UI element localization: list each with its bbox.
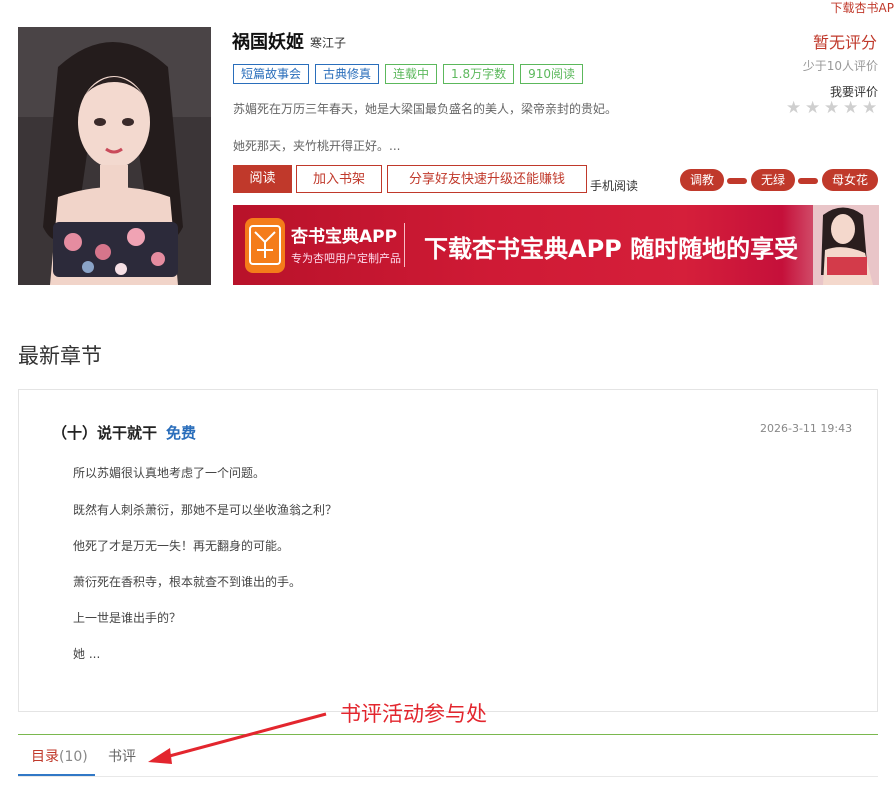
share-button[interactable]: 分享好友快速升级还能赚钱 bbox=[387, 165, 587, 193]
app-logo-icon bbox=[245, 218, 285, 273]
chapter-title-link[interactable]: （十）说干就干 bbox=[52, 422, 157, 443]
banner-slogan: 下载杏书宝典APP 随时随地的享受 bbox=[424, 235, 799, 263]
book-title[interactable]: 祸国妖姬 bbox=[232, 28, 304, 54]
keyword-pill[interactable]: 调教 bbox=[680, 169, 724, 191]
book-cover-image[interactable] bbox=[18, 27, 211, 285]
tab-toc-label: 目录 bbox=[31, 749, 59, 765]
tag-category[interactable]: 古典修真 bbox=[315, 64, 380, 84]
tag-list: 短篇故事会 古典修真 连载中 1.8万字数 910阅读 bbox=[233, 64, 584, 84]
chapter-paragraph: 所以苏媚很认真地考虑了一个问题。 bbox=[73, 466, 266, 480]
star-icon[interactable]: ★ bbox=[862, 100, 878, 117]
chapter-paragraph: 上一世是谁出手的？ bbox=[73, 611, 182, 625]
banner-app-name: 杏书宝典APP bbox=[291, 227, 398, 247]
keyword-pill[interactable]: 无绿 bbox=[751, 169, 795, 191]
tab-bar-top-border bbox=[18, 734, 878, 735]
annotation-text: 书评活动参与处 bbox=[340, 702, 487, 726]
download-app-link[interactable]: 下载杏书AP bbox=[831, 0, 894, 16]
book-description-line-1: 苏媚死在万历三年春天，她是大梁国最负盛名的美人，梁帝亲封的贵妃。 bbox=[233, 102, 618, 116]
chapter-paragraph: 既然有人刺杀萧衍，那她不是可以坐收渔翁之利？ bbox=[73, 503, 338, 517]
tab-toc[interactable]: 目录(10) bbox=[31, 746, 88, 766]
tag-genre[interactable]: 短篇故事会 bbox=[233, 64, 310, 84]
banner-model-image bbox=[813, 205, 879, 285]
tag-read-count: 910阅读 bbox=[520, 64, 584, 84]
banner-divider bbox=[404, 223, 405, 267]
free-badge: 免费 bbox=[166, 424, 197, 442]
book-author[interactable]: 寒江子 bbox=[310, 34, 346, 51]
book-description-line-2: 她死那天，夹竹桃开得正好。... bbox=[233, 139, 401, 153]
star-icon[interactable]: ★ bbox=[824, 100, 840, 117]
read-button[interactable]: 阅读 bbox=[233, 165, 292, 193]
tab-toc-count: (10) bbox=[59, 749, 88, 765]
pill-connector bbox=[727, 178, 747, 184]
tab-reviews[interactable]: 书评 bbox=[108, 746, 136, 766]
mobile-read-link[interactable]: 手机阅读 bbox=[590, 177, 638, 194]
tag-status: 连载中 bbox=[385, 64, 438, 84]
tab-bar-bottom-border bbox=[18, 776, 878, 777]
latest-chapters-heading: 最新章节 bbox=[18, 344, 102, 368]
tag-word-count: 1.8万字数 bbox=[443, 64, 515, 84]
app-download-banner[interactable]: 杏书宝典APP 专为杏吧用户定制产品 下载杏书宝典APP 随时随地的享受 bbox=[233, 205, 879, 285]
star-icon[interactable]: ★ bbox=[843, 100, 859, 117]
pill-connector bbox=[798, 178, 818, 184]
rating-score: 暂无评分 bbox=[812, 33, 877, 52]
chapter-paragraph: 他死了才是万无一失！再无翻身的可能。 bbox=[73, 539, 290, 553]
banner-app-subtitle: 专为杏吧用户定制产品 bbox=[291, 252, 401, 265]
cover-illustration bbox=[18, 27, 211, 285]
add-to-shelf-button[interactable]: 加入书架 bbox=[296, 165, 382, 193]
rating-count-note: 少于10人评价 bbox=[802, 59, 878, 73]
chapter-paragraph: 她 ... bbox=[73, 647, 101, 661]
star-icon[interactable]: ★ bbox=[805, 100, 821, 117]
keyword-pill[interactable]: 母女花 bbox=[822, 169, 878, 191]
rating-stars[interactable]: ★ ★ ★ ★ ★ bbox=[786, 100, 878, 117]
star-icon[interactable]: ★ bbox=[786, 100, 802, 117]
chapter-date: 2026-3-11 19:43 bbox=[760, 422, 853, 435]
chapter-paragraph: 萧衍死在香积寺，根本就查不到谁出的手。 bbox=[73, 575, 302, 589]
